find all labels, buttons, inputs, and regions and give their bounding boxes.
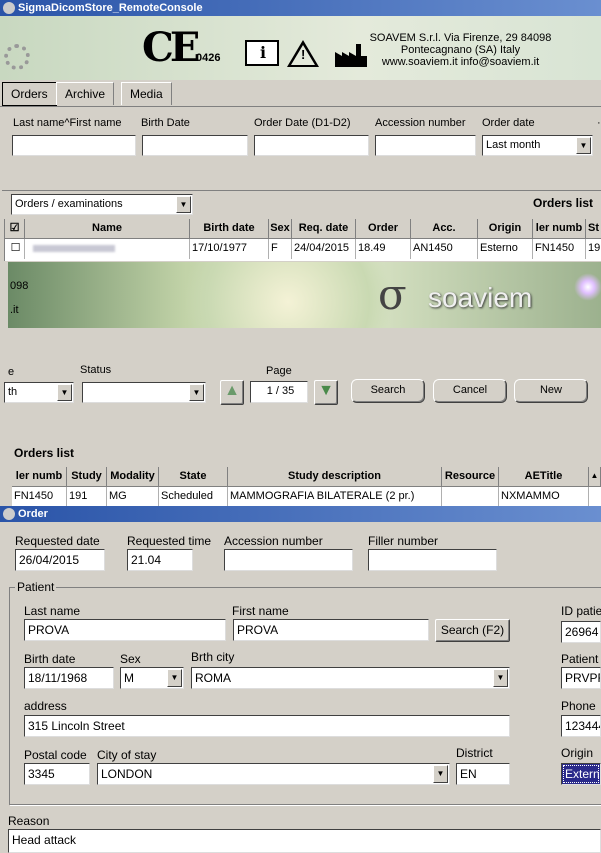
sex-select[interactable]: M ▼ <box>120 667 184 689</box>
search-button[interactable]: Search <box>351 379 425 403</box>
district-field[interactable]: EN <box>456 763 510 785</box>
accession-label: Accession number <box>375 117 466 129</box>
ce-mark: CE <box>142 24 200 71</box>
cancel-button[interactable]: Cancel <box>433 379 507 403</box>
last-first-label: Last name^First name <box>13 117 122 129</box>
birth-date-label: Birth Date <box>141 117 190 129</box>
chevron-down-icon[interactable]: ▼ <box>433 765 448 783</box>
new-button[interactable]: New <box>514 379 588 403</box>
page-down-arrow-icon[interactable]: ▼ <box>314 380 338 405</box>
birth-city-select[interactable]: ROMA ▼ <box>191 667 510 689</box>
patient-name-cell <box>25 239 190 259</box>
sigma-logo: σ <box>378 270 407 319</box>
order-dialog-title-bar: Order <box>0 506 601 522</box>
filler-number-field[interactable] <box>368 549 497 571</box>
order-date-range-label: Order Date (D1-D2) <box>254 117 351 129</box>
last-first-input[interactable] <box>12 135 136 156</box>
window-title-bar: SigmaDicomStore_RemoteConsole <box>0 0 601 16</box>
tab-orders[interactable]: Orders <box>2 82 57 106</box>
last-name-field[interactable]: PROVA <box>24 619 226 641</box>
table-row[interactable]: FN1450 191 MG Scheduled MAMMOGRAFIA BILA… <box>12 487 589 507</box>
page-field[interactable]: 1 / 35 <box>250 381 308 403</box>
row-checkbox[interactable]: ☐ <box>5 239 25 259</box>
select-all-checkbox[interactable]: ☑ <box>5 219 25 239</box>
studies-table: ler numb Study Modality State Study desc… <box>12 467 601 507</box>
manufacturer-factory-icon <box>335 44 367 67</box>
accession-number-field[interactable] <box>224 549 353 571</box>
origin-select[interactable]: Extern <box>561 763 601 785</box>
city-of-stay-select[interactable]: LONDON ▼ <box>97 763 450 785</box>
order-date-range-input[interactable] <box>254 135 369 156</box>
order-dialog-title: Order <box>18 508 48 520</box>
tab-archive[interactable]: Archive <box>56 82 115 105</box>
postal-code-field[interactable]: 3345 <box>24 763 90 785</box>
window-title: SigmaDicomStore_RemoteConsole <box>18 2 203 14</box>
phone-field[interactable]: 123444 <box>561 715 601 737</box>
orders-list-title-2: Orders list <box>14 446 75 460</box>
app-icon <box>3 508 15 520</box>
patient-code-field[interactable]: PRVPR <box>561 667 601 689</box>
gear-icon[interactable] <box>4 44 30 70</box>
order-date-select[interactable]: Last month ▼ <box>482 135 593 156</box>
birth-date-input[interactable] <box>142 135 248 156</box>
page-up-arrow-icon[interactable]: ▲ <box>220 380 244 405</box>
chevron-down-icon[interactable]: ▼ <box>57 384 72 401</box>
chevron-down-icon[interactable]: ▼ <box>189 384 204 401</box>
scroll-up-arrow[interactable]: ▲ <box>589 467 601 487</box>
order-date-label: Order date <box>482 117 535 129</box>
status-select[interactable]: ▼ <box>82 382 206 403</box>
period-select[interactable]: th ▼ <box>4 382 74 403</box>
birth-date-field[interactable]: 18/11/1968 <box>24 667 114 689</box>
tab-media[interactable]: Media <box>121 82 172 105</box>
patient-id-field[interactable]: 26964 <box>561 621 601 643</box>
instructions-book-icon <box>245 40 279 66</box>
address-field[interactable]: 315 Lincoln Street <box>24 715 510 737</box>
first-name-field[interactable]: PROVA <box>233 619 429 641</box>
chevron-down-icon[interactable]: ▼ <box>576 137 591 154</box>
status-label: Status <box>80 364 112 376</box>
reason-field[interactable]: Head attack <box>8 829 601 853</box>
page-label: Page <box>266 365 292 377</box>
app-icon <box>3 2 15 14</box>
orders-table: ☑ Name Birth date Sex Req. date Order ti… <box>4 219 601 261</box>
chevron-down-icon[interactable]: ▼ <box>167 669 182 687</box>
sparkle-icon <box>573 272 601 302</box>
chevron-down-icon[interactable]: ▼ <box>493 669 508 687</box>
main-tabs: Orders Archive Media <box>0 80 601 107</box>
accession-input[interactable] <box>375 135 476 156</box>
soaviem-banner: σ soaviem <box>8 262 601 328</box>
table-row[interactable]: ☐ 17/10/1977 F 24/04/2015 18.49 AN1450 E… <box>5 239 601 259</box>
orders-list-title: Orders list <box>533 196 594 210</box>
view-select[interactable]: Orders / examinations ▼ <box>11 194 193 215</box>
brand-name: soaviem <box>428 282 533 313</box>
chevron-down-icon[interactable]: ▼ <box>176 196 191 213</box>
ce-number: 0426 <box>196 52 221 64</box>
company-info: SOAVEM S.r.l. Via Firenze, 29 84098 Pont… <box>369 32 552 68</box>
requested-time-field[interactable]: 21.04 <box>127 549 193 571</box>
requested-date-field[interactable]: 26/04/2015 <box>15 549 105 571</box>
search-patient-button[interactable]: Search (F2) <box>435 619 510 642</box>
